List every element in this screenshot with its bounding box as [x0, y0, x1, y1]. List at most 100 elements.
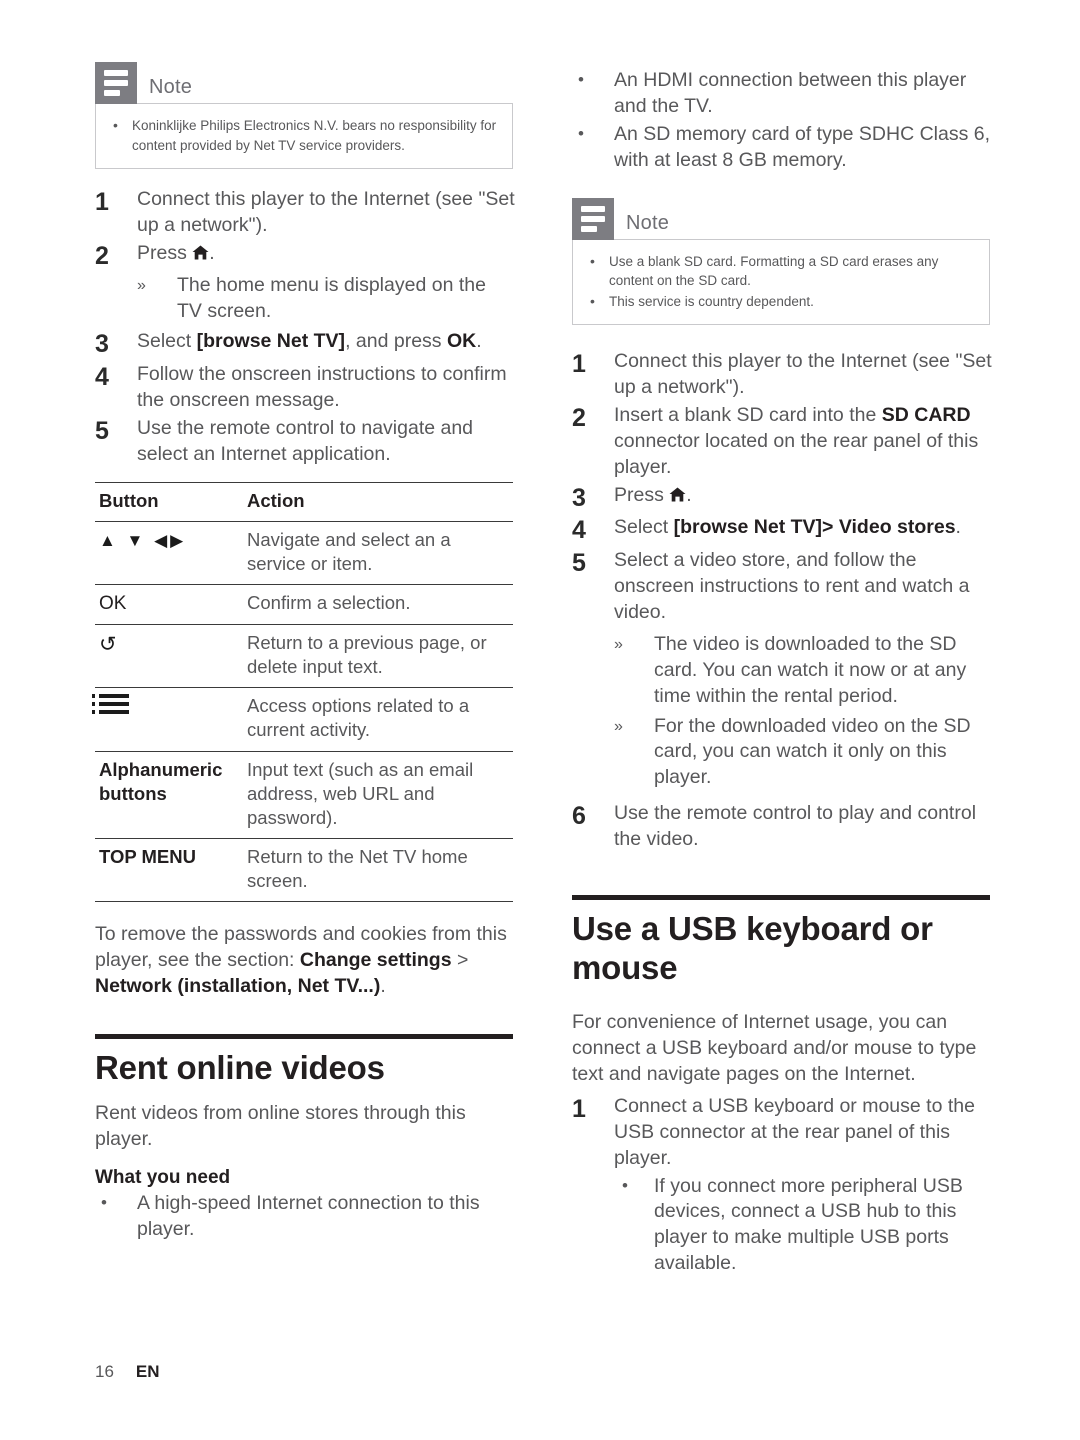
sub-item: » The home menu is displayed on the TV s… — [137, 273, 515, 325]
note-header: Note — [572, 196, 990, 240]
requirements-list: • A high-speed Internet connection to th… — [95, 1191, 515, 1243]
home-icon — [669, 484, 686, 510]
requirements-list-top: • An HDMI connection between this player… — [572, 68, 992, 174]
sub-bullet-list: • If you connect more peripheral USB dev… — [614, 1174, 992, 1278]
section-intro: Rent videos from online stores through t… — [95, 1102, 466, 1151]
step-number: 2 — [95, 241, 109, 270]
closing-paragraph: To remove the passwords and cookies from… — [95, 922, 515, 1000]
note-title: Note — [149, 76, 193, 98]
bullet-text: If you connect more peripheral USB devic… — [654, 1174, 963, 1275]
sub-item: » The video is downloaded to the SD card… — [614, 632, 992, 710]
home-icon — [192, 242, 209, 268]
button-cell: Alphanumeric buttons — [95, 751, 243, 839]
step-item: 5 Use the remote control to navigate and… — [95, 416, 515, 468]
step-item: 3 Press . — [572, 483, 992, 514]
bullet-text: An HDMI connection between this player a… — [614, 69, 967, 117]
left-column: Note Koninklijke Philips Electronics N.V… — [92, 60, 515, 1245]
column-header-button: Button — [95, 482, 243, 522]
step-text: Connect this player to the Internet (see… — [614, 350, 992, 399]
closing-tail: . — [380, 974, 386, 997]
sub-arrow-icon: » — [614, 635, 623, 653]
step-item: 6 Use the remote control to play and con… — [572, 801, 992, 853]
note-item: Use a blank SD card. Formatting a SD car… — [585, 251, 975, 291]
return-back-icon: ↺ — [99, 633, 117, 657]
section-intro: For convenience of Internet usage, you c… — [572, 1011, 977, 1085]
action-cell: Return to a previous page, or delete inp… — [243, 624, 513, 689]
step-number: 4 — [95, 362, 109, 391]
step-item: 2 Press . » The home menu is displayed o… — [95, 241, 515, 325]
step-item: 1 Connect this player to the Internet (s… — [572, 349, 992, 401]
sub-text: The video is downloaded to the SD card. … — [654, 632, 967, 707]
step-text: Insert a blank SD card into the SD CARD … — [614, 403, 992, 481]
closing-mid: > — [451, 948, 469, 971]
note-title: Note — [626, 211, 670, 234]
manual-page: Note Koninklijke Philips Electronics N.V… — [0, 0, 1080, 1440]
table-row: ↺ Return to a previous page, or delete i… — [95, 624, 513, 689]
steps-list-netv: 1 Connect this player to the Internet (s… — [95, 187, 515, 467]
step-item: 3 Select [browse Net TV], and press OK. — [95, 329, 515, 360]
right-column: • An HDMI connection between this player… — [572, 60, 992, 1279]
step-item: 4 Select [browse Net TV]> Video stores. — [572, 515, 992, 546]
table-header-row: Button Action — [95, 482, 513, 522]
step-number: 3 — [572, 483, 586, 512]
step-text: Press . — [614, 483, 992, 514]
closing-bold-1: Change settings — [299, 948, 452, 971]
ok-button-label: OK — [99, 592, 127, 614]
bullet-text: An SD memory card of type SDHC Class 6, … — [614, 122, 991, 171]
step-text: Select a video store, and follow the ons… — [614, 548, 970, 623]
section-heading: Use a USB keyboard or mouse — [572, 910, 933, 987]
step-number: 4 — [572, 516, 586, 545]
column-header-action: Action — [243, 482, 513, 522]
section-usb-keyboard-mouse: Use a USB keyboard or mouse For convenie… — [572, 895, 992, 1277]
step-tail: connector located on the rear panel of t… — [614, 430, 979, 479]
bullet-item: • A high-speed Internet connection to th… — [95, 1191, 515, 1243]
table-row: OK Confirm a selection. — [95, 584, 513, 626]
step-bold: SD CARD — [881, 404, 971, 427]
step-text: Follow the onscreen instructions to conf… — [137, 362, 507, 411]
step-number: 2 — [572, 404, 586, 433]
sub-list: » The video is downloaded to the SD card… — [614, 632, 992, 792]
bullet-item: • An SD memory card of type SDHC Class 6… — [572, 122, 992, 174]
step-number: 6 — [572, 802, 586, 831]
sub-text: The home menu is displayed on the TV scr… — [177, 274, 486, 323]
step-lead: Insert a blank SD card into the — [614, 404, 882, 427]
note-box-right: Note Use a blank SD card. Formatting a S… — [572, 196, 990, 326]
table-row: TOP MENU Return to the Net TV home scree… — [95, 838, 513, 902]
table-row: Alphanumeric buttons Input text (such as… — [95, 751, 513, 839]
section-divider — [95, 1033, 513, 1039]
step-text: Connect this player to the Internet (see… — [137, 188, 515, 237]
sub-arrow-icon: » — [137, 277, 146, 295]
note-item: Koninklijke Philips Electronics N.V. bea… — [108, 115, 498, 155]
table-row: ▲ ▼ ◀▶ Navigate and select an a service … — [95, 521, 513, 585]
action-cell: Return to the Net TV home screen. — [243, 838, 513, 902]
sub-text: For the downloaded video on the SD card,… — [654, 714, 971, 789]
bullet-icon: • — [101, 1193, 107, 1213]
options-list-icon — [92, 694, 129, 718]
section-divider — [572, 895, 990, 901]
sub-list: » The home menu is displayed on the TV s… — [137, 273, 515, 325]
navigation-arrows-icon: ▲ ▼ ◀▶ — [99, 530, 187, 550]
bullet-icon: • — [578, 123, 584, 143]
step-item: 1 Connect a USB keyboard or mouse to the… — [572, 1094, 992, 1277]
step-item: 2 Insert a blank SD card into the SD CAR… — [572, 403, 992, 481]
button-cell: TOP MENU — [95, 838, 243, 902]
step-number: 1 — [572, 1094, 586, 1123]
note-icon — [572, 197, 614, 240]
button-cell: ▲ ▼ ◀▶ — [95, 521, 243, 585]
page-number: 16 — [95, 1362, 114, 1381]
bullet-item: • An HDMI connection between this player… — [572, 68, 992, 120]
step-tail: . — [955, 516, 961, 539]
steps-list-usb: 1 Connect a USB keyboard or mouse to the… — [572, 1094, 992, 1277]
note-header: Note — [95, 60, 513, 104]
closing-bold-2: Network (installation, Net TV...) — [95, 974, 381, 997]
step-number: 3 — [95, 330, 109, 359]
action-cell: Input text (such as an email address, we… — [243, 751, 513, 839]
step-item: 4 Follow the onscreen instructions to co… — [95, 362, 515, 414]
sub-arrow-icon: » — [614, 717, 623, 735]
step-number: 5 — [572, 548, 586, 577]
step-lead: Select — [614, 516, 674, 539]
steps-list-rent: 1 Connect this player to the Internet (s… — [572, 349, 992, 853]
bullet-item: • If you connect more peripheral USB dev… — [614, 1174, 992, 1278]
step-number: 1 — [95, 188, 109, 217]
step-item: 5 Select a video store, and follow the o… — [572, 548, 992, 791]
